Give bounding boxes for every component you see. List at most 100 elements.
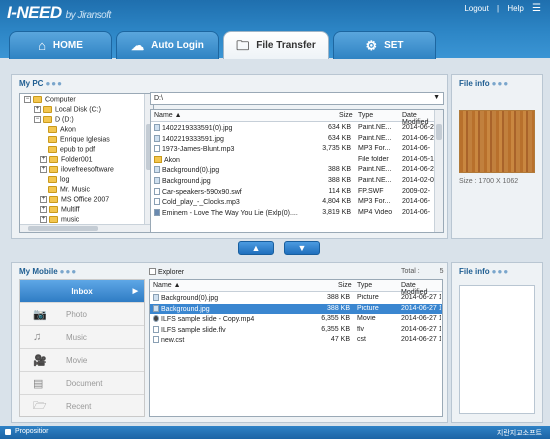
tree-node[interactable]: Mr. Music [48, 186, 90, 193]
tab-home[interactable]: ⌂ HOME [9, 31, 112, 59]
file-date: 2014-06-27 1 [401, 336, 441, 344]
tree-node[interactable]: − Computer [24, 96, 76, 103]
path-bar[interactable]: D:\ ▼ [150, 92, 444, 105]
file-row[interactable]: Background.jpg 388 KB Paint.NE... 2014-02-0 [151, 176, 434, 187]
file-type: Picture [357, 304, 379, 312]
file-type-icon [154, 124, 160, 131]
mobile-file-list-header: Name ▲ Size Type Date Modified [150, 280, 442, 296]
file-row[interactable]: 1402219333591.jpg 634 KB Paint.NE... 2014-0… [151, 134, 434, 145]
explorer-toggle[interactable]: Explorer [149, 268, 184, 276]
send-to-mobile-button[interactable]: ▼ [284, 241, 320, 255]
col-size[interactable]: Size [338, 282, 352, 289]
col-name[interactable]: Name ▲ [154, 112, 182, 119]
file-type: Paint.NE... [358, 166, 392, 174]
tree-node[interactable]: + Multiff [40, 206, 80, 213]
expand-toggle-icon[interactable]: + [34, 106, 41, 113]
file-row[interactable]: Car-speakers-590x90.swf 114 KB FP.SWF 2009-… [151, 187, 434, 198]
file-size: 388 KB [328, 177, 351, 184]
my-mobile-title-text: My Mobile [19, 267, 58, 276]
folder-icon [48, 186, 57, 193]
menu-icon[interactable]: ☰ [532, 3, 541, 14]
logout-link[interactable]: Logout [464, 4, 488, 13]
tree-node[interactable]: + ilovefreesoftware [40, 166, 114, 173]
file-row[interactable]: Cold_play_-_Clocks.mp3 4,804 KB MP3 For...… [151, 197, 434, 208]
upload-to-pc-button[interactable]: ▲ [238, 241, 274, 255]
tree-node[interactable]: + MS Office 2007 [40, 196, 109, 203]
tab-set[interactable]: ⚙ SET [333, 31, 436, 59]
file-type: flv [357, 325, 364, 333]
file-name: 1402219333591.jpg [162, 135, 224, 143]
file-row[interactable]: Eminem - Love The Way You Lie (Exlp(0)..… [151, 208, 434, 219]
pc-list-scrollbar[interactable] [434, 110, 443, 232]
tab-file-transfer[interactable]: 🗀 File Transfer [223, 31, 329, 59]
file-type-icon [153, 325, 159, 333]
logo-subtext: by Jiransoft [65, 10, 112, 21]
file-row[interactable]: 1402219333591(0).jpg 634 KB Paint.NE... 201… [151, 123, 434, 134]
file-size: 388 KB [328, 166, 351, 174]
sidebar-item-label: Photo [66, 309, 87, 319]
file-row[interactable]: Background(0).jpg 388 KB Paint.NE... 2014-0… [151, 165, 434, 176]
col-type[interactable]: Type [358, 112, 373, 119]
file-preview-empty [459, 285, 535, 414]
path-dropdown-icon[interactable]: ▼ [433, 94, 440, 101]
expand-toggle-icon[interactable]: + [40, 196, 47, 203]
expand-toggle-icon[interactable]: + [40, 156, 47, 163]
tree-node[interactable]: + Local Disk (C:) [34, 106, 101, 113]
footer-left-text[interactable]: Propositior [15, 428, 48, 435]
file-row[interactable]: ILFS sample slide - Copy.mp4 6,355 KB Movi… [150, 314, 442, 325]
file-size: 388 KB [327, 294, 350, 301]
file-row[interactable]: Akon File folder 2014-05-1 [151, 155, 434, 166]
expand-toggle-icon[interactable]: + [40, 216, 47, 223]
folder-icon [43, 106, 52, 113]
tree-node[interactable]: − D (D:) [34, 116, 74, 123]
file-row[interactable]: 1973-James-Blunt.mp3 3,735 KB MP3 For... 20… [151, 144, 434, 155]
tree-node-label: Computer [45, 96, 76, 104]
tree-node[interactable]: Akon [48, 126, 76, 133]
file-row[interactable]: new.cst 47 KB cst 2014-06-27 1 [150, 335, 442, 346]
col-size[interactable]: Size [339, 112, 353, 119]
sidebar-item-music[interactable]: ♫ Music [20, 326, 144, 349]
sidebar-item-recent[interactable]: 🗁 Recent [20, 395, 144, 418]
pc-file-list[interactable]: Name ▲ Size Type Date Modified 140221933… [150, 109, 444, 233]
tab-auto-login-label: Auto Login [151, 40, 204, 51]
help-link[interactable]: Help [507, 4, 523, 13]
tab-auto-login[interactable]: ☁ Auto Login [116, 31, 219, 59]
tree-node[interactable]: log [48, 176, 69, 183]
folder-icon [48, 126, 57, 133]
folder-tree[interactable]: − Computer + Local Disk (C:) − D (D:) Akon Enri… [19, 93, 154, 233]
expand-toggle-icon[interactable]: + [40, 166, 47, 173]
tab-set-label: SET [384, 40, 404, 51]
sidebar-item-document[interactable]: ▤ Document [20, 372, 144, 395]
file-row[interactable]: Background.jpg 388 KB Picture 2014-06-27 1 [150, 303, 442, 315]
file-row[interactable]: Background(0).jpg 388 KB Picture 2014-06-27… [150, 293, 442, 304]
tree-node-label: Akon [60, 126, 76, 134]
tree-node[interactable]: Enrique Iglesias [48, 136, 110, 143]
col-type[interactable]: Type [357, 282, 372, 289]
file-size: 3,819 KB [322, 208, 351, 216]
explorer-checkbox[interactable] [149, 268, 156, 275]
folder-icon [48, 136, 57, 143]
file-name: Akon [164, 156, 180, 164]
file-type: File folder [358, 155, 389, 163]
sidebar-item-photo[interactable]: 📷 Photo [20, 303, 144, 326]
proposition-icon [5, 429, 11, 435]
tree-node[interactable]: + music [40, 216, 79, 223]
tree-node[interactable]: epub to pdf [48, 146, 95, 153]
expand-toggle-icon[interactable]: − [24, 96, 31, 103]
app-header: I-NEED by Jiransoft Logout | Help ☰ ⌂ HOM… [0, 0, 550, 59]
sidebar-item-label: Inbox [71, 286, 93, 296]
file-type-icon [154, 155, 162, 163]
sidebar-item-inbox[interactable]: Inbox ▶ [20, 280, 144, 303]
tree-node-label: Mr. Music [60, 186, 90, 194]
expand-toggle-icon[interactable]: + [40, 206, 47, 213]
folder-icon [49, 196, 58, 203]
mobile-file-list[interactable]: Name ▲ Size Type Date Modified Backgroun… [149, 279, 443, 417]
tree-horizontal-scrollbar[interactable] [20, 224, 153, 232]
expand-toggle-icon[interactable]: − [34, 116, 41, 123]
file-type: MP4 Video [358, 208, 393, 216]
tree-node[interactable]: + Folder001 [40, 156, 93, 163]
col-name[interactable]: Name ▲ [153, 282, 181, 289]
file-row[interactable]: ILFS sample slide.flv 6,355 KB flv 2014-06-… [150, 325, 442, 336]
sidebar-item-movie[interactable]: 🎥 Movie [20, 349, 144, 372]
file-size: 634 KB [328, 134, 351, 142]
